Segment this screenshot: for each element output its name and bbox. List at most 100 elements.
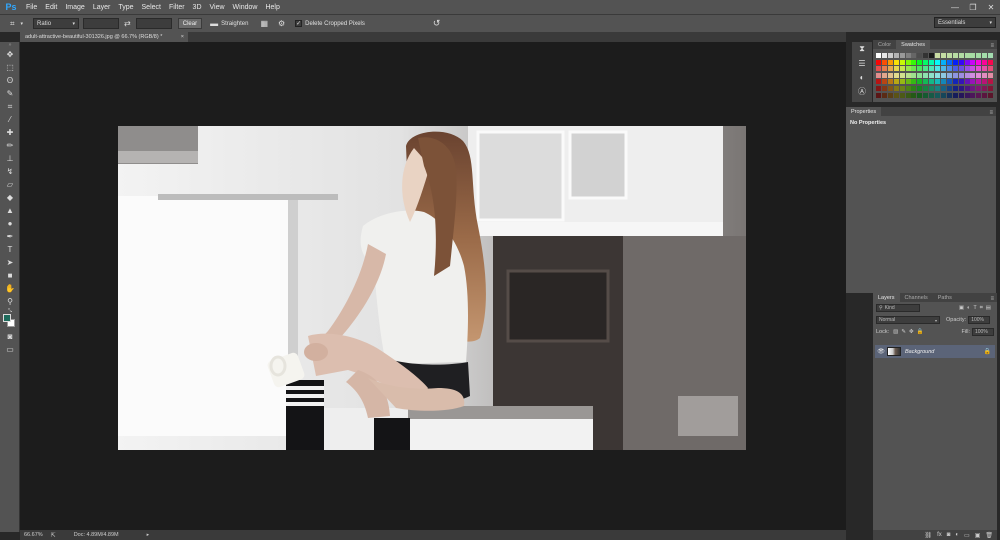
fx-icon[interactable]: fx (937, 532, 942, 538)
swatch[interactable] (988, 92, 994, 98)
history-icon[interactable]: ⧗ (852, 42, 872, 56)
blend-mode-dropdown[interactable]: Normal ▾ (876, 316, 940, 324)
swatch[interactable] (887, 79, 893, 85)
pen-tool-icon[interactable]: ✒ (0, 230, 20, 243)
swatch[interactable] (940, 59, 946, 65)
swatch[interactable] (976, 86, 982, 91)
minimize-button[interactable]: — (946, 0, 964, 14)
menu-file[interactable]: File (22, 4, 41, 11)
swatch[interactable] (988, 66, 994, 72)
gear-icon[interactable]: ⚙ (278, 19, 285, 28)
swatch[interactable] (964, 72, 970, 78)
swatch[interactable] (905, 86, 911, 91)
swatch[interactable] (964, 86, 970, 91)
fill-input[interactable]: 100% (972, 328, 994, 336)
swatch[interactable] (876, 79, 881, 85)
ratio-dropdown[interactable]: Ratio ▾ (33, 18, 80, 29)
swatch[interactable] (946, 92, 952, 98)
document-image[interactable] (118, 126, 746, 450)
swatch[interactable] (982, 72, 988, 78)
swatch[interactable] (964, 92, 970, 98)
foreground-color-swatch[interactable] (3, 314, 11, 322)
swatch[interactable] (970, 92, 976, 98)
menu-filter[interactable]: Filter (165, 4, 189, 11)
healing-brush-tool-icon[interactable]: ✚ (0, 126, 20, 139)
overlay-grid-icon[interactable]: ▦ (260, 19, 268, 28)
close-window-button[interactable]: ✕ (982, 0, 1000, 14)
tab-channels[interactable]: Channels (900, 293, 933, 302)
swatch[interactable] (929, 92, 935, 98)
swatch[interactable] (958, 79, 964, 85)
blur-tool-icon[interactable]: ▲ (0, 204, 20, 217)
menu-edit[interactable]: Edit (41, 4, 61, 11)
opacity-input[interactable]: 100% (968, 316, 991, 324)
swatch[interactable] (905, 92, 911, 98)
swatch[interactable] (917, 92, 923, 98)
brush-tool-icon[interactable]: ✏ (0, 139, 20, 152)
swatch[interactable] (970, 72, 976, 78)
mask-icon[interactable]: ◙ (947, 532, 951, 538)
lasso-tool-icon[interactable]: ʘ (0, 74, 20, 87)
eraser-tool-icon[interactable]: ▱ (0, 178, 20, 191)
straighten-icon[interactable]: ▬ (210, 19, 218, 28)
swatch[interactable] (940, 92, 946, 98)
swatch[interactable] (887, 72, 893, 78)
height-input[interactable] (135, 18, 172, 29)
trash-icon[interactable]: 🗑 (985, 532, 993, 539)
swatch[interactable] (952, 66, 958, 72)
workspace-dropdown[interactable]: Essentials ▾ (934, 17, 996, 28)
delete-cropped-checkbox[interactable]: ✓ (295, 20, 303, 27)
swatch[interactable] (976, 79, 982, 85)
swatch[interactable] (917, 53, 923, 58)
tab-layers[interactable]: Layers (873, 293, 900, 302)
swatch[interactable] (929, 72, 935, 78)
swatch[interactable] (929, 66, 935, 72)
swatch[interactable] (893, 59, 899, 65)
swatch[interactable] (946, 79, 952, 85)
filter-icons[interactable]: ▣◐T⌗▤ (959, 305, 994, 312)
swatch[interactable] (893, 79, 899, 85)
swatch[interactable] (970, 86, 976, 91)
swatch[interactable] (964, 79, 970, 85)
swatch[interactable] (970, 53, 976, 58)
swatch[interactable] (881, 79, 887, 85)
crop-tool-icon[interactable]: ⌗ (10, 19, 15, 29)
styles-icon[interactable]: Ⓐ (852, 84, 872, 98)
swatch[interactable] (893, 92, 899, 98)
swatch[interactable] (976, 59, 982, 65)
swatch[interactable] (952, 53, 958, 58)
reset-icon[interactable]: ↺ (433, 18, 441, 29)
swatch[interactable] (988, 53, 994, 58)
paint-bucket-tool-icon[interactable]: ◆ (0, 191, 20, 204)
swatch[interactable] (923, 59, 929, 65)
swatch[interactable] (964, 53, 970, 58)
zoom-level[interactable]: 66.67% (24, 532, 43, 538)
swatch[interactable] (899, 53, 905, 58)
eye-icon[interactable]: 👁 (875, 348, 887, 355)
swatch[interactable] (923, 79, 929, 85)
swatch[interactable] (917, 72, 923, 78)
swatch[interactable] (946, 72, 952, 78)
swatch[interactable] (958, 72, 964, 78)
swatch[interactable] (970, 79, 976, 85)
swatch[interactable] (881, 66, 887, 72)
panel-menu-icon[interactable]: ≡ (990, 296, 997, 302)
swatch[interactable] (982, 86, 988, 91)
swatch[interactable] (923, 72, 929, 78)
swatch[interactable] (958, 53, 964, 58)
status-menu-arrow-icon[interactable]: ▸ (147, 532, 150, 538)
swatch[interactable] (911, 66, 917, 72)
swatch[interactable] (982, 79, 988, 85)
group-icon[interactable]: ▭ (964, 532, 970, 539)
adjustment-layer-icon[interactable]: ◐ (955, 532, 959, 538)
swap-icon[interactable]: ⇄ (124, 19, 131, 28)
swatch[interactable] (911, 86, 917, 91)
swatch[interactable] (940, 53, 946, 58)
panel-menu-icon[interactable]: ≡ (989, 110, 996, 116)
swatch[interactable] (935, 92, 940, 98)
swatch[interactable] (923, 86, 929, 91)
swatch[interactable] (958, 66, 964, 72)
tool-preset-dropdown-icon[interactable]: ▾ (21, 21, 24, 27)
swatch[interactable] (905, 72, 911, 78)
marquee-tool-icon[interactable]: ⬚ (0, 61, 20, 74)
